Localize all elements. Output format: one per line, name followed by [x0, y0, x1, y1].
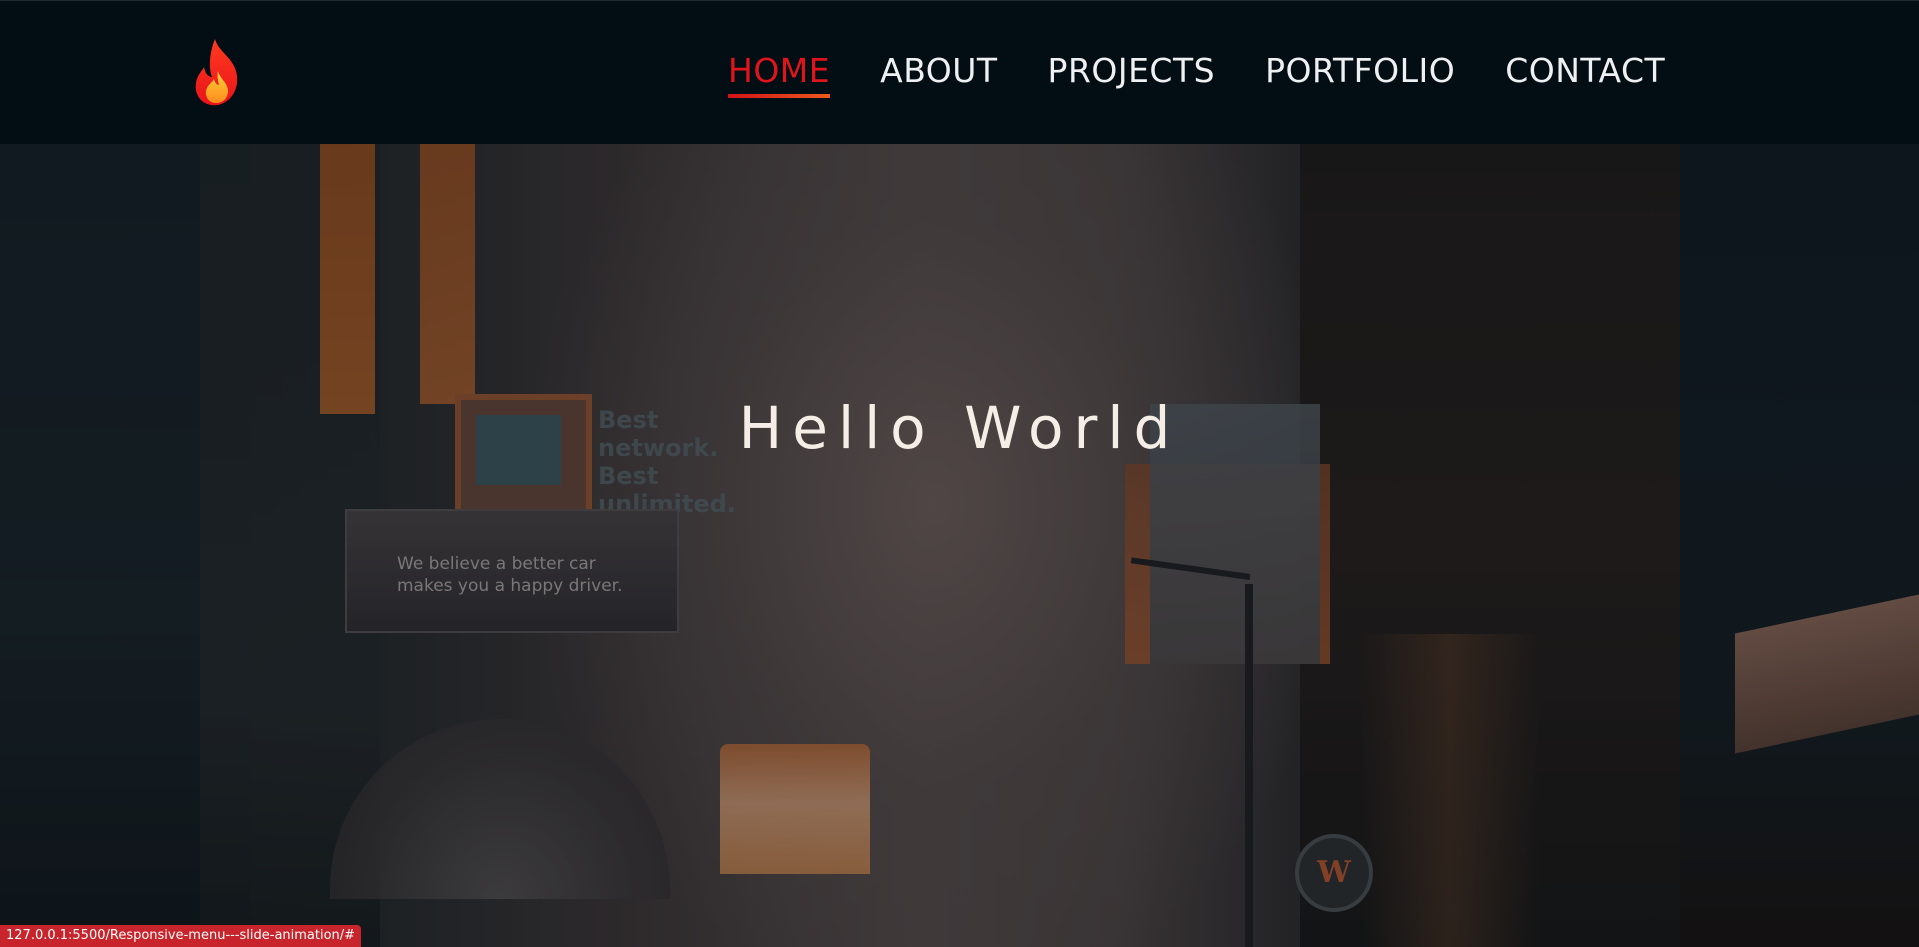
site-header: HOME ABOUT PROJECTS PORTFOLIO CONTACT [0, 0, 1919, 144]
nav-projects[interactable]: PROJECTS [1048, 51, 1216, 96]
page: HOME ABOUT PROJECTS PORTFOLIO CONTACT Be… [0, 0, 1919, 947]
nav-portfolio[interactable]: PORTFOLIO [1265, 51, 1455, 96]
hero-overlay [0, 144, 1919, 947]
main-nav: HOME ABOUT PROJECTS PORTFOLIO CONTACT [728, 51, 1665, 98]
hero-title: Hello World [738, 394, 1181, 462]
fire-icon[interactable] [188, 37, 246, 109]
nav-contact[interactable]: CONTACT [1505, 51, 1665, 96]
nav-about[interactable]: ABOUT [880, 51, 997, 96]
status-bar-url: 127.0.0.1:5500/Responsive-menu---slide-a… [0, 925, 362, 947]
hero-section: Best network. Best unlimited. We believe… [0, 144, 1919, 947]
nav-home[interactable]: HOME [728, 51, 831, 98]
